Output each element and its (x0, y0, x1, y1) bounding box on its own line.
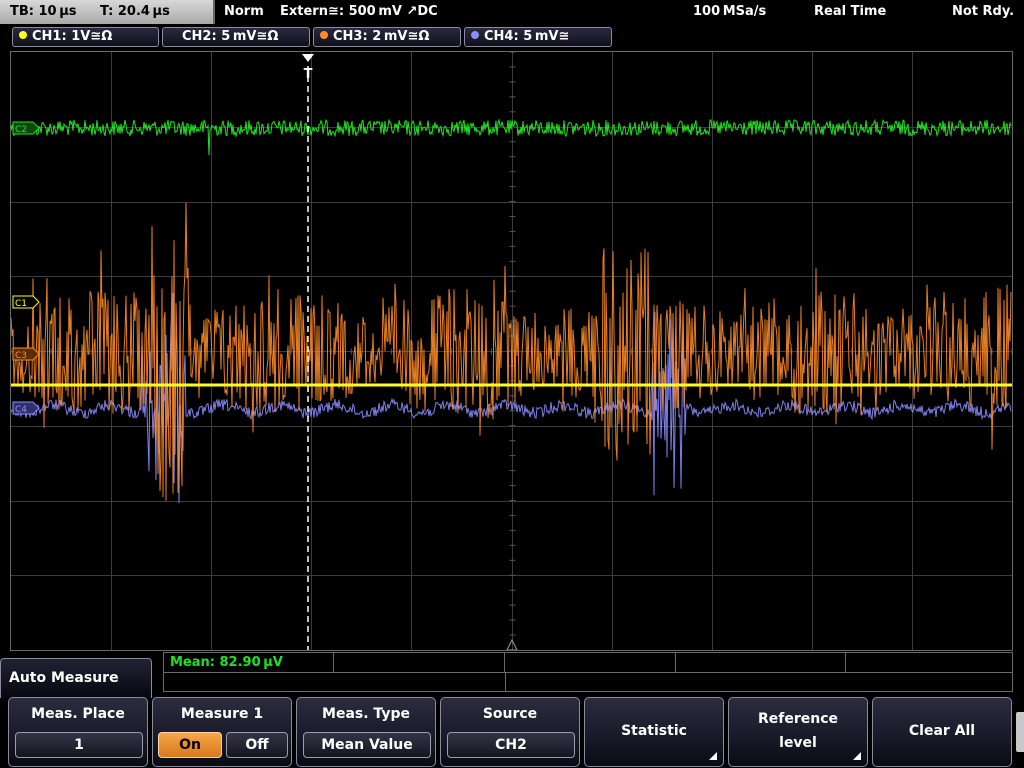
channel-tab-ch1[interactable]: CH1: 1V≅Ω (12, 27, 159, 47)
channel-tabs: CH1: 1V≅Ω CH2: 5 mV≅Ω CH3: 2 mV≅Ω CH4: 5… (0, 26, 1024, 48)
source-label: Source (482, 706, 538, 722)
divider (164, 672, 1012, 673)
channel-label: CH2: 5 mV≅Ω (182, 29, 279, 44)
menu-title-text: Auto Measure (9, 670, 119, 686)
sample-rate: 100 MSa/s (693, 4, 767, 19)
ch2-level-marker[interactable]: C2 (12, 121, 40, 135)
divider (505, 673, 506, 692)
result-cell (164, 653, 334, 672)
channel-dot-icon (471, 31, 479, 39)
clear-all-label: Clear All (908, 723, 976, 739)
reference-level-softkey[interactable]: Reference level (728, 697, 868, 767)
menu-title: Auto Measure (0, 658, 152, 698)
reference-label-line1: Reference (757, 711, 839, 727)
measure1-softkey[interactable]: Measure 1 On Off (152, 697, 292, 767)
menu-scroll-handle[interactable] (1016, 712, 1024, 752)
meas-type-label: Meas. Type (322, 706, 410, 722)
channel-dot-icon (169, 31, 177, 39)
channel-tab-ch2[interactable]: CH2: 5 mV≅Ω (162, 27, 310, 47)
reference-label-line2: level (779, 735, 817, 751)
channel-label: CH3: 2 mV≅Ω (333, 29, 430, 44)
ch4-level-marker[interactable]: C4 (12, 401, 40, 415)
acquisition-state: Not Rdy. (952, 4, 1015, 19)
trace-ch2 (11, 118, 1012, 156)
measure1-on-option[interactable]: On (158, 732, 222, 758)
ch1-marker-label: C1 (15, 299, 27, 309)
trigger-mode[interactable]: Norm (224, 4, 264, 19)
result-cell (676, 653, 846, 672)
measure1-off-option[interactable]: Off (226, 732, 288, 758)
ch3-level-marker[interactable]: C3 (12, 347, 40, 361)
meas-place-value[interactable]: 1 (15, 732, 143, 758)
submenu-triangle-icon (709, 752, 717, 760)
statistic-softkey[interactable]: Statistic (584, 697, 724, 767)
submenu-triangle-icon (853, 752, 861, 760)
meas-type-softkey[interactable]: Meas. Type Mean Value (296, 697, 436, 767)
acquisition-mode[interactable]: Real Time (814, 4, 886, 19)
trigger-marker-label: T (304, 67, 313, 82)
channel-tab-ch4[interactable]: CH4: 5 mV≅ (464, 27, 612, 47)
result-cell (334, 653, 505, 672)
result-cell (846, 653, 1014, 672)
trigger-position-marker-icon[interactable]: T (302, 54, 314, 82)
channel-label: CH1: 1V≅Ω (32, 29, 113, 44)
meas-place-softkey[interactable]: Meas. Place 1 (8, 697, 148, 767)
channel-dot-icon (320, 31, 328, 39)
channel-dot-icon (19, 31, 27, 39)
timebase-value: TB: 10 µs (10, 4, 77, 19)
waveform-canvas: T C2 C1 C3 C4 (11, 52, 1012, 650)
clear-all-softkey[interactable]: Clear All (872, 697, 1012, 767)
meas-place-label: Meas. Place (31, 706, 125, 722)
statistic-label: Statistic (621, 723, 687, 739)
measurement-results: Mean: 82.90 µV (163, 652, 1013, 692)
ch2-marker-label: C2 (15, 125, 27, 135)
measure1-label: Measure 1 (180, 706, 264, 722)
result-cell (505, 653, 676, 672)
waveform-display[interactable]: T C2 C1 C3 C4 (10, 51, 1013, 651)
ch3-marker-label: C3 (15, 351, 27, 361)
timebase-box[interactable]: TB: 10 µs T: 20.4 µs (0, 0, 215, 24)
meas-type-value[interactable]: Mean Value (303, 732, 431, 758)
status-bar: TB: 10 µs T: 20.4 µs Norm Extern≅: 500 m… (0, 0, 1024, 26)
trigger-time-value: T: 20.4 µs (100, 4, 170, 19)
ch1-level-marker[interactable]: C1 (12, 295, 40, 309)
source-softkey[interactable]: Source CH2 (440, 697, 580, 767)
ch4-marker-label: C4 (15, 405, 27, 415)
channel-label: CH4: 5 mV≅ (484, 29, 570, 44)
trigger-source[interactable]: Extern≅: 500 mV ↗DC (280, 4, 438, 19)
channel-tab-ch3[interactable]: CH3: 2 mV≅Ω (313, 27, 461, 47)
source-value[interactable]: CH2 (447, 732, 575, 758)
